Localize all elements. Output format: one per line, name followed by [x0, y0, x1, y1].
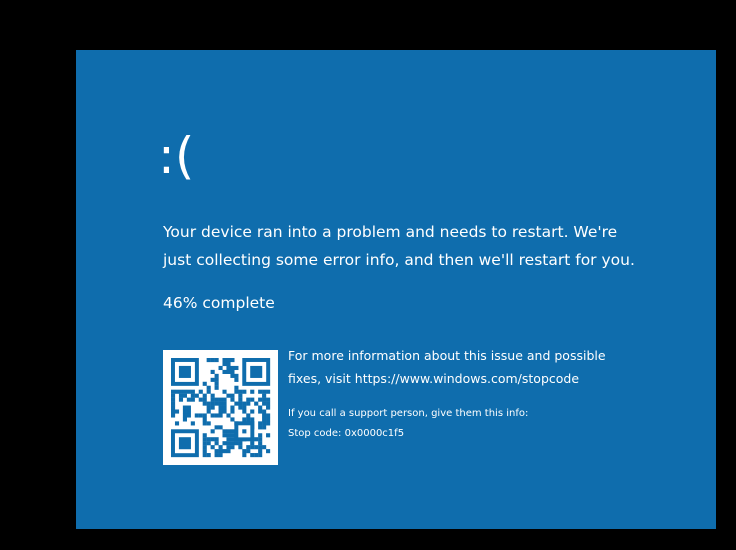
error-message: Your device ran into a problem and needs…: [163, 218, 643, 274]
more-info-text: For more information about this issue an…: [288, 344, 628, 390]
stop-code: Stop code: 0x0000c1f5: [288, 428, 405, 439]
bsod-screen: :( Your device ran into a problem and ne…: [76, 50, 716, 529]
support-info: If you call a support person, give them …: [288, 404, 628, 444]
qr-code-icon: [163, 350, 278, 465]
more-info-line-1: For more information about this issue an…: [288, 348, 606, 363]
error-message-line-1: Your device ran into a problem and needs…: [163, 223, 618, 241]
info-panel: For more information about this issue an…: [288, 344, 628, 444]
support-person-line: If you call a support person, give them …: [288, 408, 529, 419]
error-message-line-2: just collecting some error info, and the…: [163, 251, 635, 269]
progress-text: 46% complete: [163, 294, 275, 312]
more-info-line-2: fixes, visit https://www.windows.com/sto…: [288, 371, 580, 386]
sad-face-emoticon: :(: [158, 127, 195, 185]
